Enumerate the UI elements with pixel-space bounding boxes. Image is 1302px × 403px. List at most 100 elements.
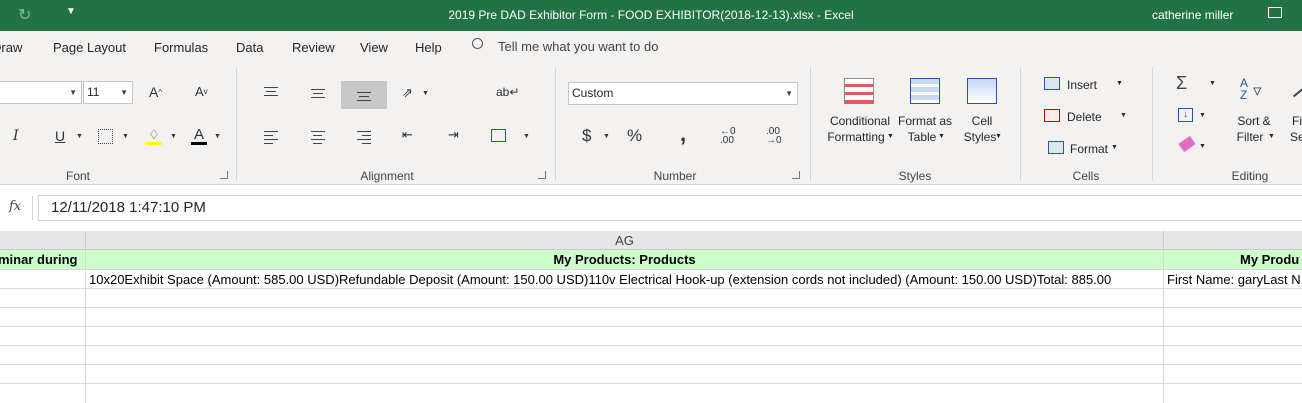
header-cell[interactable]: My Produ: [1164, 250, 1302, 269]
underline-dropdown-icon[interactable]: ▼: [76, 133, 83, 140]
font-name-combo[interactable]: ▼: [0, 81, 82, 104]
merge-dropdown-icon[interactable]: ▼: [523, 133, 530, 140]
number-format-combo[interactable]: Custom ▼: [568, 82, 798, 105]
format-button[interactable]: Format: [1070, 142, 1108, 156]
table-cell[interactable]: 10x20Exhibit Space (Amount: 585.00 USD)R…: [86, 270, 1164, 289]
cell-styles-label-1[interactable]: Cell: [960, 113, 1004, 129]
font-size-combo[interactable]: 11 ▼: [83, 81, 133, 104]
font-color-icon[interactable]: A: [191, 126, 207, 145]
table-cell[interactable]: [0, 327, 86, 346]
tab-review[interactable]: Review: [292, 40, 335, 55]
column-header-prev[interactable]: [0, 231, 86, 250]
tell-me-box[interactable]: Tell me what you want to do: [498, 39, 658, 54]
table-cell[interactable]: [0, 365, 86, 384]
table-cell[interactable]: [86, 346, 1164, 365]
delete-cells-icon[interactable]: [1044, 109, 1060, 122]
increase-decimal-icon[interactable]: ←0.00: [720, 127, 736, 146]
delete-button[interactable]: Delete: [1067, 110, 1102, 124]
sort-filter-label-2[interactable]: Filter: [1230, 129, 1270, 145]
fill-color-icon[interactable]: ♢: [146, 127, 162, 145]
window-title: 2019 Pre DAD Exhibitor Form - FOOD EXHIB…: [448, 8, 854, 22]
orientation-dropdown-icon[interactable]: ▼: [422, 90, 429, 97]
increase-font-size-icon[interactable]: A ^: [149, 84, 162, 100]
number-dialog-launcher-icon[interactable]: [792, 171, 800, 179]
conditional-formatting-icon[interactable]: [844, 78, 874, 104]
formula-input[interactable]: [38, 195, 1302, 221]
table-cell[interactable]: [86, 308, 1164, 327]
bottom-align-icon: [357, 92, 371, 104]
cell-styles-icon[interactable]: [967, 78, 997, 104]
orientation-icon[interactable]: ⇗: [402, 85, 413, 101]
font-color-dropdown-icon[interactable]: ▼: [214, 133, 221, 140]
percent-button[interactable]: %: [627, 126, 642, 146]
borders-icon[interactable]: [98, 129, 113, 144]
alignment-group-label: Alignment: [360, 169, 414, 183]
chevron-down-icon: ▼: [1111, 144, 1118, 151]
align-left-icon[interactable]: [264, 131, 278, 147]
increase-indent-icon[interactable]: ⇥: [448, 127, 459, 143]
wrap-text-icon[interactable]: ab↵: [496, 85, 519, 99]
column-header-next[interactable]: [1164, 231, 1302, 250]
fill-icon[interactable]: ↓: [1178, 108, 1193, 122]
table-row: [0, 289, 1302, 308]
header-cell[interactable]: minar during: [0, 250, 86, 269]
middle-align-icon[interactable]: [311, 89, 325, 101]
merge-center-icon[interactable]: [491, 129, 506, 142]
search-icon[interactable]: [472, 38, 483, 49]
borders-dropdown-icon[interactable]: ▼: [122, 133, 129, 140]
table-cell[interactable]: [86, 289, 1164, 308]
underline-icon[interactable]: U: [55, 128, 65, 144]
conditional-formatting-label-2[interactable]: Formatting: [820, 129, 892, 145]
column-header-ag[interactable]: AG: [86, 231, 1164, 250]
table-cell[interactable]: [0, 308, 86, 327]
table-cell[interactable]: [0, 346, 86, 365]
table-cell[interactable]: [0, 289, 86, 308]
ribbon-display-options-icon[interactable]: [1268, 7, 1282, 18]
format-as-table-icon[interactable]: [910, 78, 940, 104]
comma-button[interactable]: ,: [680, 121, 686, 147]
sort-filter-label-1[interactable]: Sort &: [1232, 113, 1276, 129]
decrease-decimal-icon[interactable]: .00 →0: [766, 127, 782, 146]
tab-formulas[interactable]: Formulas: [154, 40, 208, 55]
conditional-formatting-label-1[interactable]: Conditional: [820, 113, 900, 129]
format-cells-icon[interactable]: [1048, 141, 1064, 154]
tab-view[interactable]: View: [360, 40, 388, 55]
find-select-label-2[interactable]: Se: [1290, 129, 1302, 145]
font-dialog-launcher-icon[interactable]: [220, 171, 228, 179]
italic-icon[interactable]: I: [13, 128, 19, 144]
divider: [810, 67, 811, 181]
currency-button[interactable]: $: [582, 126, 591, 146]
align-right-icon[interactable]: [357, 131, 371, 147]
user-name[interactable]: catherine miller: [1152, 8, 1233, 22]
format-as-table-label-1[interactable]: Format as: [895, 113, 955, 129]
find-select-label-1[interactable]: Fi: [1292, 113, 1302, 129]
tab-help[interactable]: Help: [415, 40, 442, 55]
clear-icon[interactable]: [1178, 135, 1196, 153]
decrease-font-size-icon[interactable]: Av: [195, 84, 208, 99]
currency-dropdown-icon[interactable]: ▼: [603, 133, 610, 140]
table-cell[interactable]: [0, 270, 86, 289]
sort-filter-icon[interactable]: AZ: [1240, 77, 1248, 101]
top-align-icon[interactable]: [264, 87, 278, 99]
chevron-down-icon: ▼: [1199, 143, 1206, 150]
table-cell[interactable]: First Name: garyLast N: [1164, 270, 1302, 289]
alignment-dialog-launcher-icon[interactable]: [538, 171, 546, 179]
insert-function-icon[interactable]: fx: [9, 199, 21, 214]
tab-page-layout[interactable]: Page Layout: [53, 40, 126, 55]
insert-button[interactable]: Insert: [1067, 78, 1097, 92]
table-cell[interactable]: [0, 384, 86, 403]
tab-data[interactable]: Data: [236, 40, 263, 55]
autosum-icon[interactable]: Σ: [1176, 73, 1187, 94]
divider: [236, 67, 237, 181]
find-select-icon[interactable]: [1292, 86, 1302, 98]
table-cell[interactable]: [86, 365, 1164, 384]
decrease-indent-icon[interactable]: ⇤: [402, 127, 413, 143]
header-cell[interactable]: My Products: Products: [86, 250, 1164, 269]
fill-color-dropdown-icon[interactable]: ▼: [170, 133, 177, 140]
table-cell[interactable]: [86, 327, 1164, 346]
chevron-down-icon: ▼: [995, 133, 1002, 140]
insert-cells-icon[interactable]: [1044, 77, 1060, 90]
tab-draw[interactable]: Draw: [0, 40, 22, 55]
table-cell[interactable]: [86, 384, 1164, 403]
align-center-icon[interactable]: [311, 131, 325, 147]
